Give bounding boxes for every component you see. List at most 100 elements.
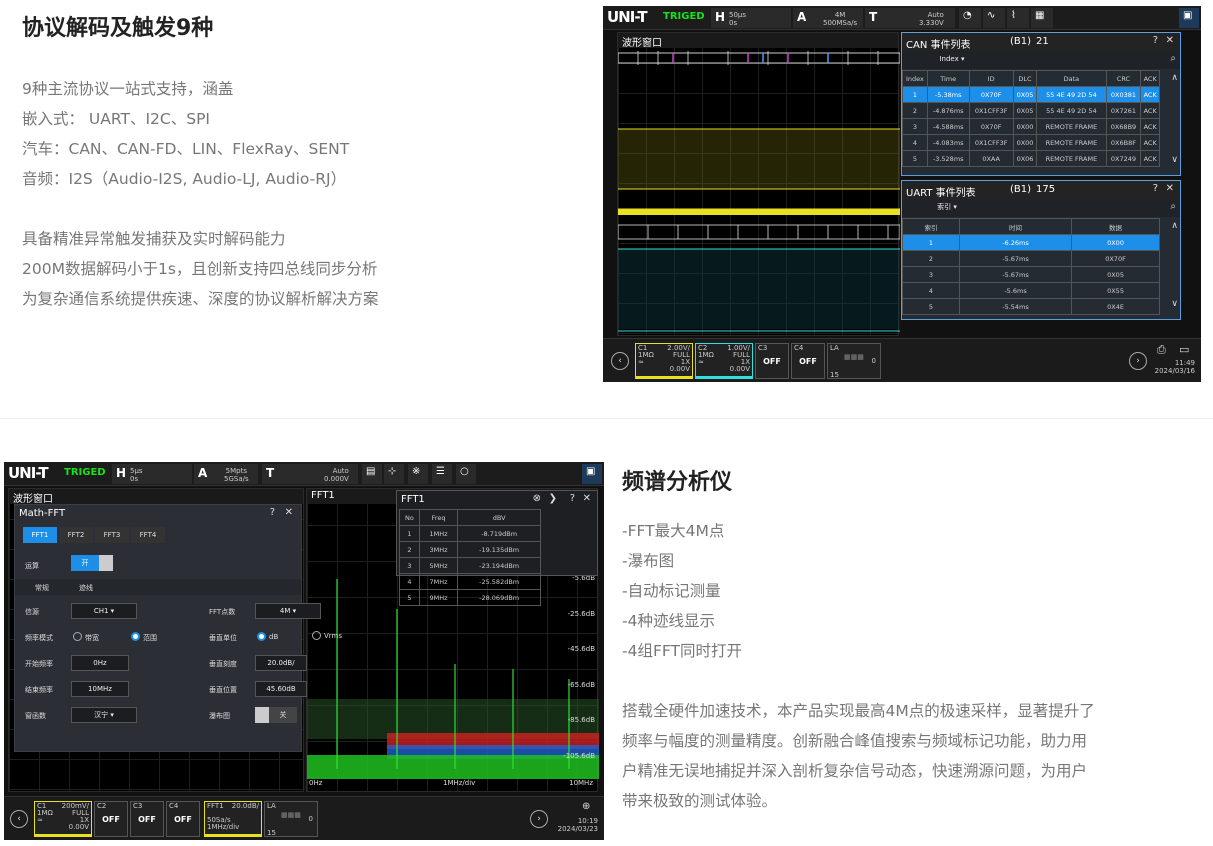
- table-row[interactable]: 5 -3.528ms 0XAA 0X06 REMOTE FRAME 0X7249 ACK: [902, 150, 1160, 167]
- can-sort-bar: Index ▾ ⌕: [902, 51, 1180, 69]
- next-page-icon[interactable]: ›: [1129, 352, 1147, 370]
- help-icon[interactable]: ?: [570, 493, 575, 504]
- help-icon[interactable]: ?: [1153, 183, 1158, 194]
- display-icon[interactable]: ▭: [1179, 343, 1189, 356]
- freq-mode-bandwidth-radio[interactable]: [73, 632, 82, 641]
- tab-fft1[interactable]: FFT1: [23, 527, 57, 543]
- end-freq-input[interactable]: 10MHz: [71, 681, 129, 697]
- restore-icon[interactable]: ❯: [549, 493, 557, 504]
- db-tick-label: -45.6dB: [567, 645, 595, 653]
- cursor-icon[interactable]: ⊹: [384, 464, 404, 484]
- waterfall-on-toggle[interactable]: [255, 707, 269, 723]
- start-freq-input[interactable]: 0Hz: [71, 655, 129, 671]
- close-icon[interactable]: ✕: [1166, 183, 1174, 194]
- points-select[interactable]: 4M ▾: [255, 603, 321, 619]
- fft-oscilloscope-screenshot: UNI-T TRIGED H 5μs 0s A 5Mpts 5GSa/s T Aut…: [4, 462, 604, 840]
- channel-fft1[interactable]: FFT1 20.0dB/ 50Sa/s 1MHz/div: [204, 801, 262, 837]
- measure-icon[interactable]: ◔: [959, 8, 981, 28]
- source-select[interactable]: CH1 ▾: [71, 603, 137, 619]
- vertical-pos-input[interactable]: 45.60dB: [255, 681, 307, 697]
- close-icon[interactable]: ⊗: [533, 493, 541, 504]
- help-icon[interactable]: ?: [270, 507, 275, 518]
- menu-grid-icon[interactable]: ▣: [1179, 8, 1199, 28]
- trigger-settings[interactable]: T Auto 3.330V: [865, 8, 955, 28]
- operation-off-toggle[interactable]: [99, 555, 113, 571]
- search-icon[interactable]: ⌕: [1170, 201, 1176, 212]
- table-cell: -23.194dBm: [457, 557, 541, 574]
- uart-sort-select[interactable]: 索引 ▾: [922, 200, 972, 216]
- table-row[interactable]: 2 -5.67ms 0X70F: [902, 250, 1160, 267]
- can-sort-select[interactable]: Index ▾: [922, 52, 982, 68]
- unit-db-radio[interactable]: [257, 632, 266, 641]
- table-row[interactable]: 1 1MHz -8.719dBm: [399, 525, 541, 542]
- prev-page-icon[interactable]: ‹: [10, 810, 28, 828]
- table-row[interactable]: 5 9MHz -28.069dBm: [399, 589, 541, 606]
- channel-c2[interactable]: C2 OFF: [94, 801, 128, 837]
- acquire-settings[interactable]: A 5Mpts 5GSa/s: [194, 464, 258, 484]
- horizontal-settings[interactable]: H 5μs 0s: [112, 464, 192, 484]
- channel-c3[interactable]: C3 OFF: [130, 801, 164, 837]
- channel-c1[interactable]: C1 200mV/ 1MΩ FULL ≈1X 0.00V: [34, 801, 92, 837]
- table-icon[interactable]: ▦: [1031, 8, 1053, 28]
- table-icon[interactable]: ☰: [432, 464, 452, 484]
- close-icon[interactable]: ✕: [583, 493, 591, 504]
- prev-page-icon[interactable]: ‹: [611, 352, 629, 370]
- tab-fft4[interactable]: FFT4: [131, 527, 165, 543]
- tab-fft3[interactable]: FFT3: [95, 527, 129, 543]
- table-row[interactable]: 1 -6.26ms 0X00: [902, 234, 1160, 251]
- table-row[interactable]: 5 -5.54ms 0X4E: [902, 298, 1160, 315]
- trigger-settings[interactable]: T Auto 0.000V: [262, 464, 358, 484]
- table-row[interactable]: 1 -5.38ms 0X70F 0X05 55 4E 49 2D 54 0X0381 ACK: [902, 86, 1160, 103]
- table-cell: -8.719dBm: [457, 525, 541, 542]
- freq-mode-range-radio[interactable]: [131, 632, 140, 641]
- table-cell: 7MHz: [418, 573, 459, 590]
- search-icon[interactable]: ⌕: [1170, 53, 1176, 64]
- channel-c3[interactable]: C3 OFF: [755, 343, 789, 379]
- channel-la[interactable]: LA ▦▦▦ 0 15: [264, 801, 318, 837]
- scroll-up-icon[interactable]: ∧: [1171, 73, 1178, 83]
- column-header: No: [399, 509, 420, 526]
- close-icon[interactable]: ✕: [285, 507, 293, 518]
- scroll-up-icon[interactable]: ∧: [1171, 221, 1178, 231]
- scroll-down-icon[interactable]: ∨: [1171, 299, 1178, 309]
- table-cell: 0X68B9: [1105, 118, 1142, 135]
- waterfall-off-toggle[interactable]: 关: [269, 707, 297, 723]
- table-row[interactable]: 4 7MHz -25.582dBm: [399, 573, 541, 590]
- channel-c4[interactable]: C4 OFF: [791, 343, 825, 379]
- help-icon[interactable]: ?: [1153, 35, 1158, 46]
- table-row[interactable]: 3 5MHz -23.194dBm: [399, 557, 541, 574]
- tab-general[interactable]: 常规: [35, 583, 49, 593]
- channel-la[interactable]: LA ▦▦▦ 0 15: [827, 343, 881, 379]
- circle-icon[interactable]: ○: [456, 464, 476, 484]
- table-cell: 4: [902, 282, 960, 299]
- channel-c4[interactable]: C4 OFF: [166, 801, 200, 837]
- next-page-icon[interactable]: ›: [530, 810, 548, 828]
- globe-icon[interactable]: ⊕: [582, 801, 590, 812]
- acquire-settings[interactable]: A 4M 500MSa/s: [793, 8, 863, 28]
- table-row[interactable]: 4 -5.6ms 0X55: [902, 282, 1160, 299]
- math-icon[interactable]: ▤: [362, 464, 382, 484]
- table-row[interactable]: 4 -4.083ms 0X1CFF3F 0X00 REMOTE FRAME 0X6B8F A…: [902, 134, 1160, 151]
- operation-on-toggle[interactable]: 开: [71, 555, 99, 571]
- menu-grid-icon[interactable]: ▣: [582, 464, 602, 484]
- table-row[interactable]: 2 3MHz -19.135dBm: [399, 541, 541, 558]
- save-icon[interactable]: ⎙: [1157, 343, 1166, 357]
- table-row[interactable]: 3 -4.588ms 0X70F 0X00 REMOTE FRAME 0X68B9 ACK: [902, 118, 1160, 135]
- channel-c2[interactable]: C2 1.00V/ 1MΩ FULL ≈1X 0.00V: [695, 343, 753, 379]
- close-icon[interactable]: ✕: [1166, 35, 1174, 46]
- unit-vrms-radio[interactable]: [312, 631, 321, 640]
- tab-trace[interactable]: 迹线: [79, 583, 93, 593]
- tab-fft2[interactable]: FFT2: [59, 527, 93, 543]
- cursor-icon[interactable]: ⌇: [1007, 8, 1029, 28]
- measure-icon[interactable]: ※: [408, 464, 428, 484]
- freq-mode-label: 频率模式: [25, 634, 53, 642]
- scroll-down-icon[interactable]: ∨: [1171, 155, 1178, 165]
- table-row[interactable]: 2 -4.876ms 0X1CFF3F 0X05 55 4E 49 2D 54 0X726…: [902, 102, 1160, 119]
- table-cell: 55 4E 49 2D 54: [1036, 102, 1107, 119]
- horizontal-settings[interactable]: H 50μs 0s: [711, 8, 791, 28]
- wave-icon[interactable]: ∿: [983, 8, 1005, 28]
- table-row[interactable]: 3 -5.67ms 0X05: [902, 266, 1160, 283]
- channel-c1[interactable]: C1 2.00V/ 1MΩ FULL ≈1X 0.00V: [635, 343, 693, 379]
- vertical-scale-input[interactable]: 20.0dB/: [255, 655, 307, 671]
- window-func-select[interactable]: 汉宁 ▾: [71, 707, 137, 723]
